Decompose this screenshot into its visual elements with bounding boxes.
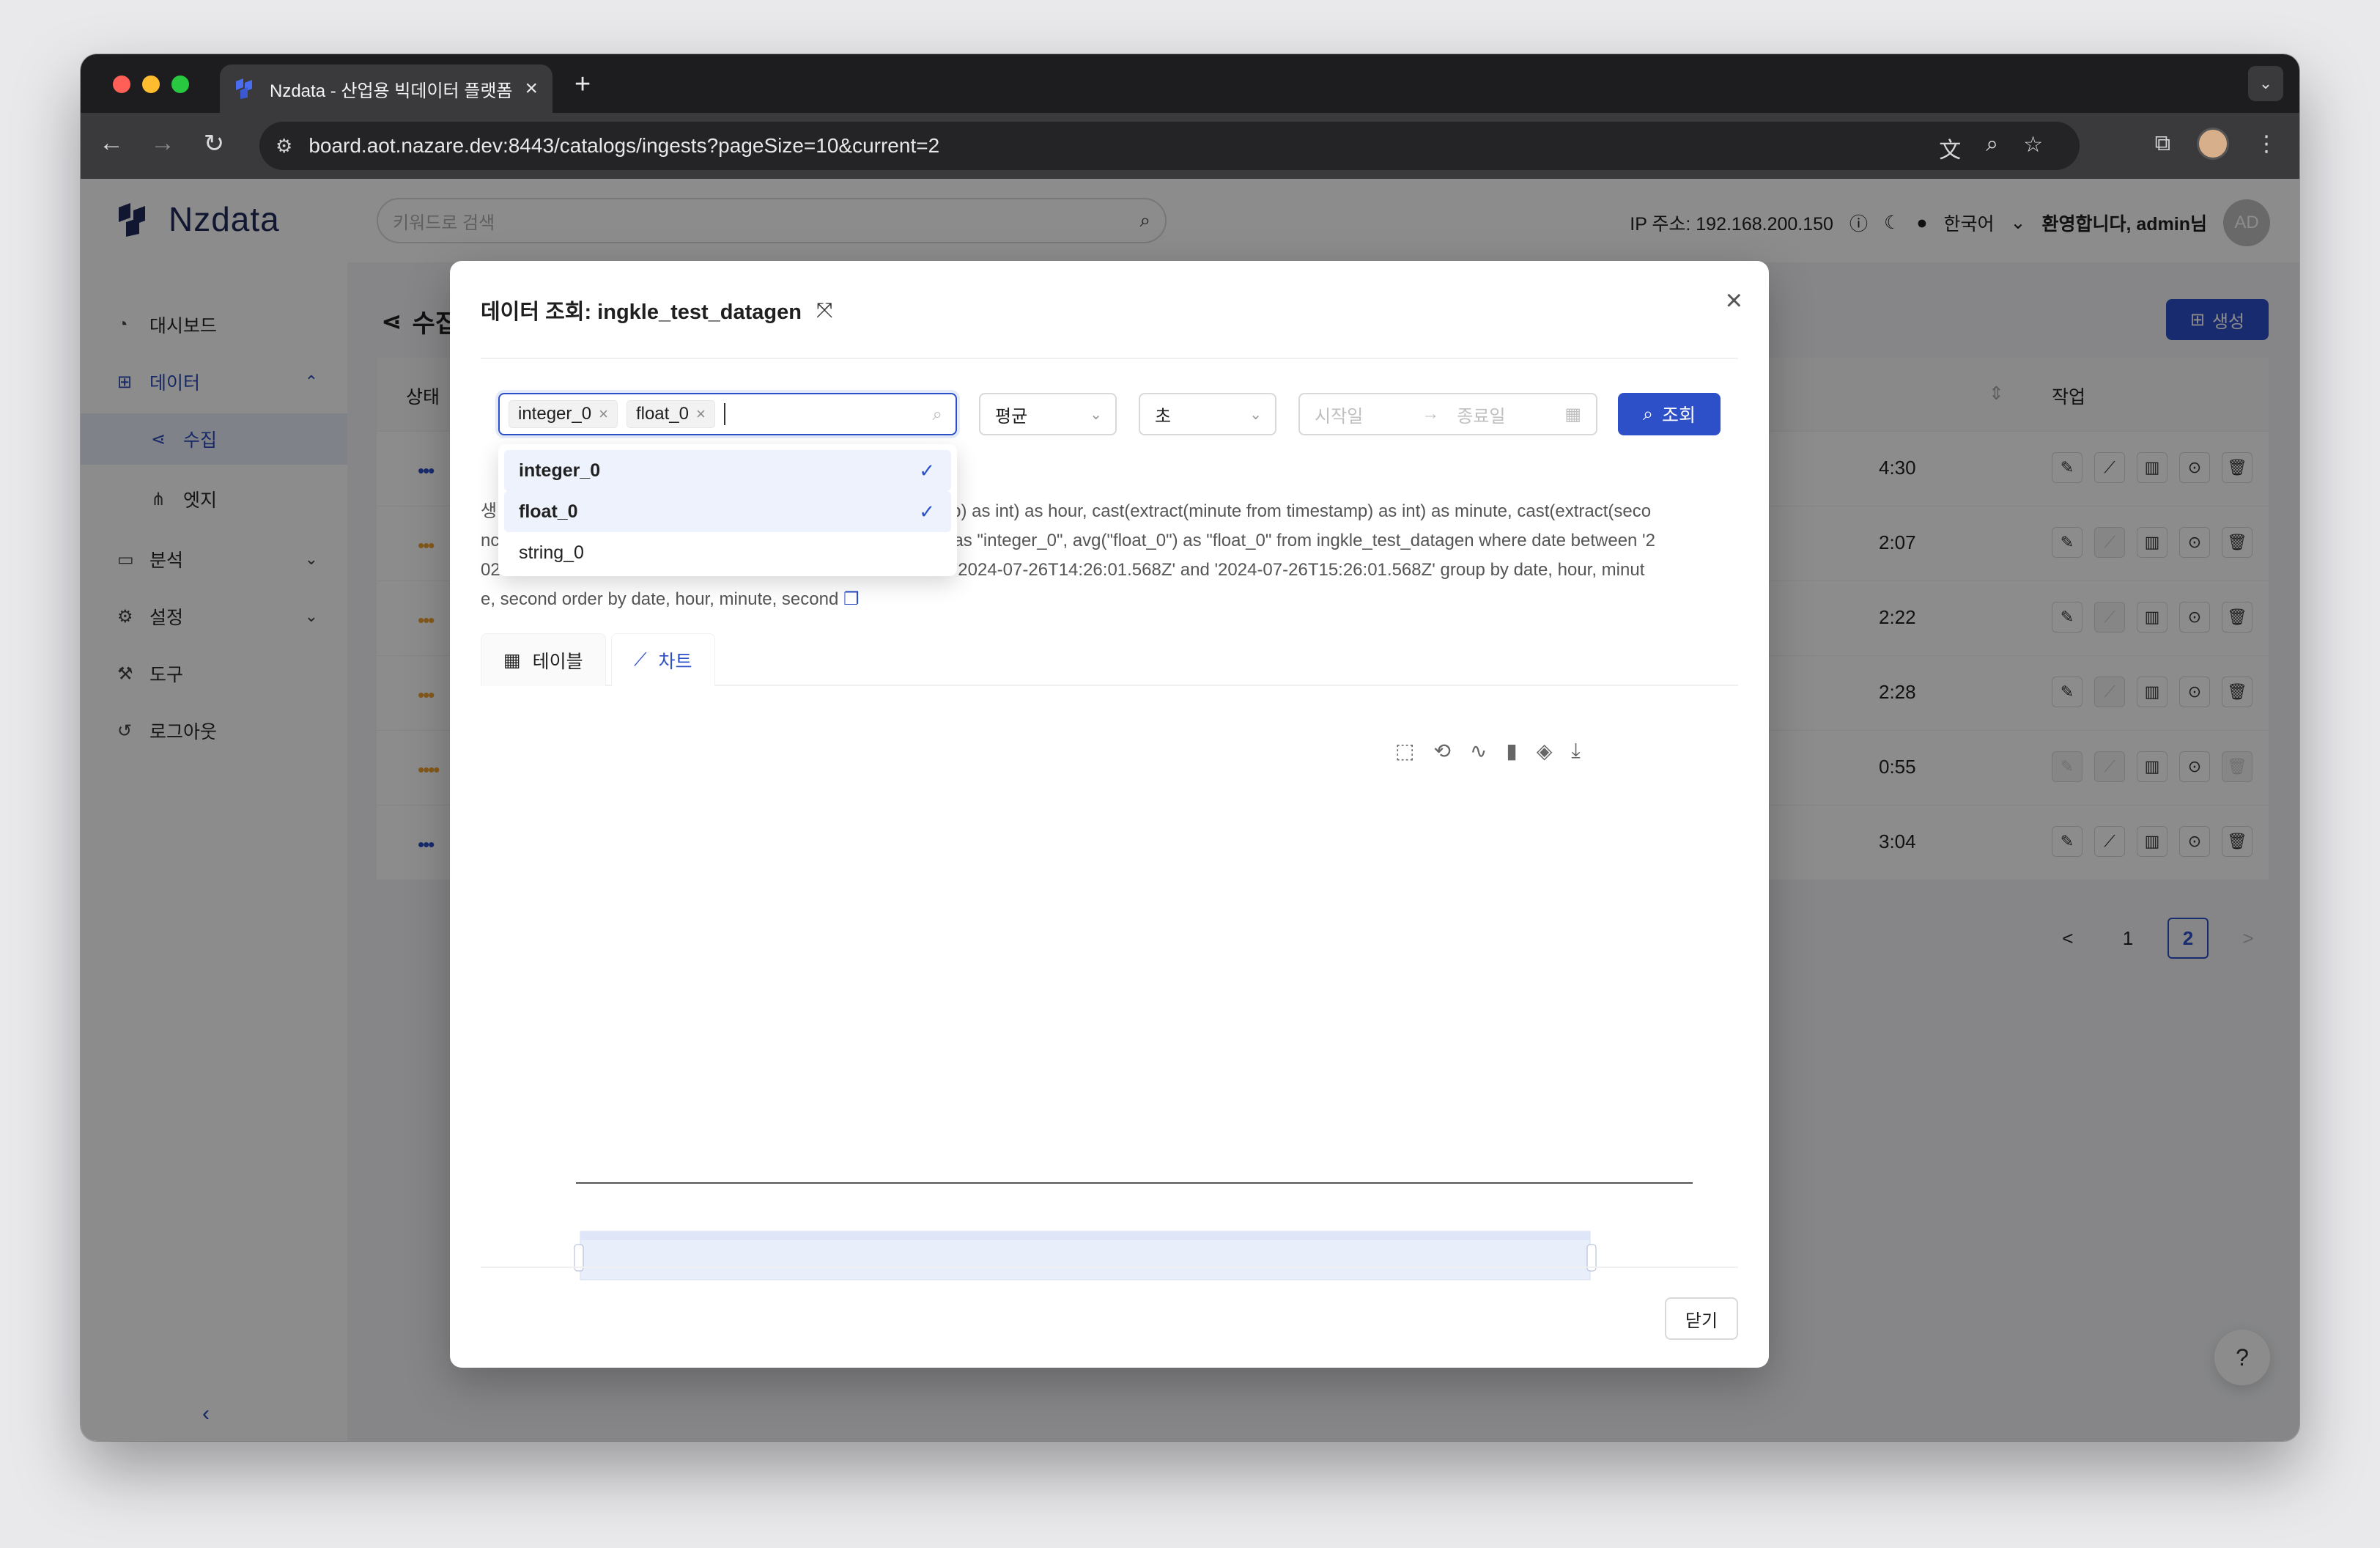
nzdata-favicon-icon (236, 78, 252, 99)
bookmark-star-icon[interactable]: ☆ (2023, 132, 2043, 164)
tab-search-icon[interactable]: ⌄ (2248, 66, 2283, 101)
close-button[interactable]: 닫기 (1665, 1297, 1738, 1340)
forward-icon[interactable]: → (147, 129, 179, 158)
browser-tab[interactable]: Nzdata - 산업용 빅데이터 플랫폼 × (220, 64, 552, 113)
tab-close-icon[interactable]: × (525, 76, 538, 101)
address-bar[interactable]: ⚙ board.aot.nazare.dev:8443/catalogs/ing… (259, 122, 2080, 170)
translate-icon[interactable]: 文 (1939, 132, 1961, 164)
data-query-modal: 데이터 조회: ingkle_test_datagen ⤧ × integer_… (450, 261, 1769, 1368)
divider (481, 1267, 1738, 1268)
new-tab-icon[interactable]: + (574, 69, 591, 100)
browser-menu-icon[interactable]: ⋮ (2255, 131, 2277, 157)
profile-avatar[interactable] (2197, 128, 2229, 160)
datazoom-track (580, 1231, 1590, 1240)
minimize-window-button[interactable] (142, 75, 160, 93)
reload-icon[interactable]: ↻ (198, 129, 230, 158)
close-window-button[interactable] (113, 75, 130, 93)
extensions-icon[interactable]: ⧉ (2155, 131, 2170, 156)
browser-toolbar: ← → ↻ ⚙ board.aot.nazare.dev:8443/catalo… (81, 113, 2299, 179)
zoom-icon[interactable]: ⌕ (1986, 132, 1998, 164)
back-icon[interactable]: ← (95, 129, 128, 158)
chart-area (574, 1182, 1693, 1280)
maximize-window-button[interactable] (171, 75, 189, 93)
browser-tabbar: Nzdata - 산업용 빅데이터 플랫폼 × + ⌄ (81, 54, 2299, 113)
site-info-icon[interactable]: ⚙ (276, 135, 292, 158)
url-text: board.aot.nazare.dev:8443/catalogs/inges… (308, 134, 940, 157)
tab-title: Nzdata - 산업용 빅데이터 플랫폼 (270, 81, 513, 101)
